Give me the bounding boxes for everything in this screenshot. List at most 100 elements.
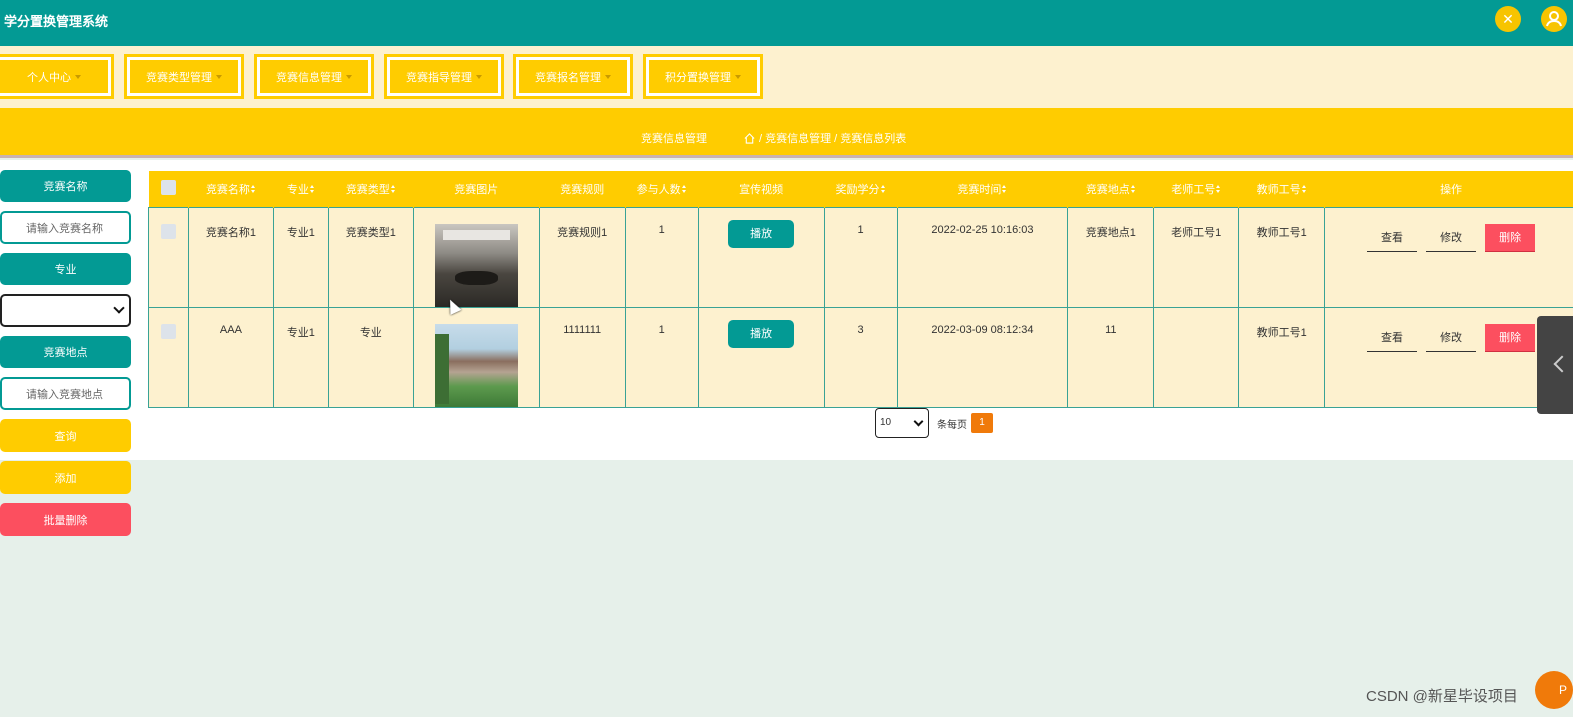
edit-button[interactable]: 修改: [1426, 224, 1477, 252]
select-all-checkbox[interactable]: [160, 179, 176, 195]
caret-down-icon: [735, 74, 741, 79]
delete-button[interactable]: 删除: [1485, 223, 1536, 252]
cell-credits: 3: [823, 306, 898, 408]
page-number-current[interactable]: 1: [971, 413, 993, 433]
cell-time: 2022-03-09 08:12:34: [896, 306, 1069, 408]
table-row: AAA 专业1 专业 1111111 1 播放 3 2022-03-09 08:…: [148, 306, 1573, 408]
chevron-left-icon: [1553, 355, 1571, 373]
query-button[interactable]: 查询: [0, 419, 131, 452]
competition-name-label: 竞赛名称: [0, 170, 131, 202]
cell-rule: 1111111: [538, 306, 626, 408]
cell-teacher-id: 老师工号1: [1153, 206, 1240, 308]
sort-icon: [250, 185, 256, 194]
competition-image[interactable]: [434, 223, 518, 307]
breadcrumb-path: / 竞赛信息管理 / 竞赛信息列表: [759, 133, 907, 145]
cell-location: 11: [1067, 306, 1155, 408]
menu-label: 竞赛类型管理: [146, 71, 212, 84]
add-button[interactable]: 添加: [0, 461, 131, 494]
cell-instructor-id: 教师工号1: [1238, 206, 1326, 308]
sort-icon: [1130, 185, 1136, 194]
batch-delete-button[interactable]: 批量删除: [0, 503, 131, 536]
cell-count: 1: [624, 206, 699, 308]
menu-personal-center[interactable]: 个人中心: [0, 54, 114, 99]
page-size-select[interactable]: 10: [875, 408, 929, 438]
play-video-button[interactable]: 播放: [728, 319, 795, 348]
cell-actions: 查看 修改 删除: [1324, 206, 1573, 308]
cell-type: 竞赛类型1: [327, 206, 414, 308]
row-select-cell: [148, 206, 189, 308]
column-header[interactable]: 竞赛类型: [328, 171, 414, 207]
top-bar: 学分置换管理系统 ✕: [0, 0, 1573, 46]
user-icon[interactable]: [1541, 6, 1567, 32]
column-header[interactable]: 参与人数: [625, 171, 699, 207]
breadcrumb: / 竞赛信息管理 / 竞赛信息列表: [744, 130, 906, 146]
caret-down-icon: [216, 74, 222, 79]
cell-picture: [412, 206, 540, 308]
cell-teacher-id: [1153, 306, 1240, 408]
major-select[interactable]: [0, 294, 131, 327]
cell-name: AAA: [187, 306, 274, 408]
chevron-down-icon: [113, 302, 125, 314]
competition-image[interactable]: [434, 323, 518, 407]
breadcrumb-section: 竞赛信息管理: [641, 133, 707, 145]
floating-action-button[interactable]: P: [1535, 671, 1573, 709]
select-all-header: [148, 171, 189, 207]
view-button[interactable]: 查看: [1367, 224, 1417, 252]
sort-icon: [390, 185, 396, 194]
menu-label: 竞赛指导管理: [406, 71, 472, 84]
caret-down-icon: [605, 74, 611, 79]
table-header-row: 竞赛名称 专业 竞赛类型 竞赛图片 竞赛规则 参与人数 宣传视频 奖励学分 竞赛…: [148, 171, 1573, 207]
cell-name: 竞赛名称1: [187, 206, 274, 308]
cell-time: 2022-02-25 10:16:03: [896, 206, 1069, 308]
play-video-button[interactable]: 播放: [728, 219, 795, 248]
column-header[interactable]: 竞赛名称: [188, 171, 274, 207]
edit-button[interactable]: 修改: [1426, 324, 1477, 352]
home-icon[interactable]: [744, 132, 755, 144]
delete-button[interactable]: 删除: [1485, 323, 1536, 352]
menu-competition-type[interactable]: 竞赛类型管理: [124, 54, 244, 99]
app-title: 学分置换管理系统: [4, 14, 109, 29]
row-checkbox[interactable]: [160, 223, 176, 239]
column-header[interactable]: 奖励学分: [824, 171, 898, 207]
fullscreen-icon[interactable]: ✕: [1495, 6, 1521, 32]
view-button[interactable]: 查看: [1367, 324, 1417, 352]
cell-major: 专业1: [272, 206, 329, 308]
competition-name-input[interactable]: 请输入竞赛名称: [0, 211, 131, 244]
column-header: 操作: [1324, 171, 1573, 207]
competition-location-input[interactable]: 请输入竞赛地点: [0, 377, 131, 410]
watermark: CSDN @新星毕设项目: [1366, 688, 1518, 705]
sort-icon: [880, 185, 886, 194]
cell-picture: [412, 306, 540, 408]
menu-label: 竞赛信息管理: [276, 71, 342, 84]
side-panel-toggle[interactable]: [1537, 316, 1573, 414]
main-menu: 个人中心 竞赛类型管理 竞赛信息管理 竞赛指导管理 竞赛报名管理 积分置换管理: [0, 46, 1573, 108]
sort-icon: [309, 185, 315, 194]
cell-location: 竞赛地点1: [1067, 206, 1155, 308]
cell-type: 专业: [327, 306, 414, 408]
column-header: 宣传视频: [698, 171, 825, 207]
column-header[interactable]: 竞赛时间: [897, 171, 1069, 207]
menu-competition-registration[interactable]: 竞赛报名管理: [513, 54, 633, 99]
row-checkbox[interactable]: [160, 323, 176, 339]
table-row: 竞赛名称1 专业1 竞赛类型1 竞赛规则1 1 播放 1 2022-02-25 …: [148, 206, 1573, 308]
menu-competition-info[interactable]: 竞赛信息管理: [254, 54, 374, 99]
column-header[interactable]: 老师工号: [1153, 171, 1240, 207]
menu-competition-guidance[interactable]: 竞赛指导管理: [384, 54, 504, 99]
caret-down-icon: [75, 74, 81, 79]
menu-label: 积分置换管理: [665, 71, 731, 84]
menu-credit-exchange[interactable]: 积分置换管理: [643, 54, 763, 99]
competition-location-label: 竞赛地点: [0, 336, 131, 368]
page-size-value: 10: [880, 417, 892, 428]
column-header[interactable]: 教师工号: [1238, 171, 1326, 207]
menu-label: 竞赛报名管理: [535, 71, 601, 84]
column-header: 竞赛图片: [413, 171, 540, 207]
column-header[interactable]: 专业: [273, 171, 329, 207]
user-glyph-icon: [1546, 11, 1562, 27]
cell-actions: 查看 修改 删除: [1324, 306, 1573, 408]
caret-down-icon: [346, 74, 352, 79]
column-header[interactable]: 竞赛地点: [1067, 171, 1155, 207]
cell-rule: 竞赛规则1: [538, 206, 626, 308]
cell-video: 播放: [697, 306, 825, 408]
sort-icon: [1002, 185, 1007, 194]
breadcrumb-bar: 竞赛信息管理 / 竞赛信息管理 / 竞赛信息列表: [0, 108, 1573, 158]
